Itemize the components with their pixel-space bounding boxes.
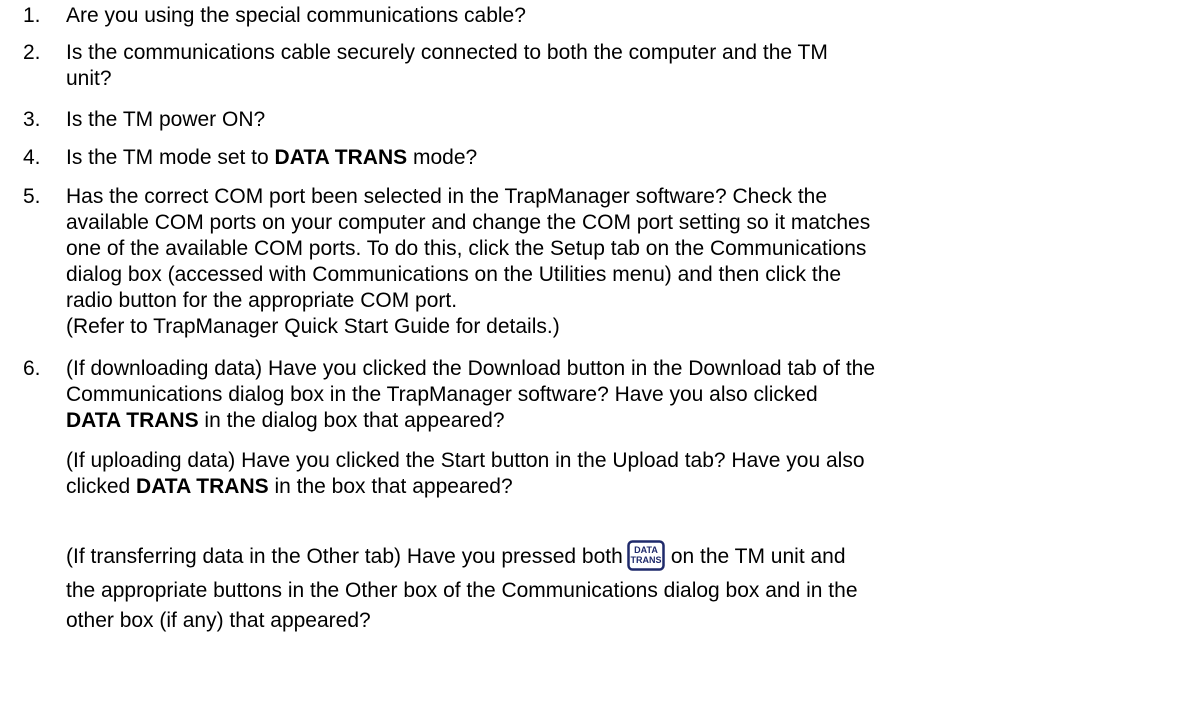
item-text: Are you using the special communications… [66,4,526,27]
item-text-line: radio button for the appropriate COM por… [66,289,458,312]
item-text-segment: mode? [407,146,478,169]
item-text-line: Is the communications cable securely con… [66,41,828,64]
item-text-line: (Refer to TrapManager Quick Start Guide … [66,315,560,338]
item-number: 2. [23,41,41,64]
item-text-line: dialog box (accessed with Communications… [66,263,842,286]
para-line: (If uploading data) Have you clicked the… [66,449,865,472]
other-tab-paragraph: (If transferring data in the Other tab) … [66,540,1172,634]
item-text-line: Communications dialog box in the TrapMan… [66,383,818,406]
item-text: Is the TM power ON? [66,108,266,131]
item-number: 1. [23,4,41,27]
item-text-line: DATA TRANS in the dialog box that appear… [66,408,1172,434]
mode-name-bold: DATA TRANS [274,146,408,169]
item-text-line: one of the available COM ports. To do th… [66,237,867,260]
para-text-segment: (If transferring data in the Other tab) … [66,545,623,568]
data-trans-key-icon: DATA TRANS [627,540,665,571]
para-text-segment: clicked [66,475,137,498]
item-text: Is the TM mode set to DATA TRANS mode? [66,145,1172,171]
list-item: 2. Is the communications cable securely … [23,40,1172,92]
item-number: 3. [23,108,41,131]
item-text-segment: in the dialog box that appeared? [198,409,505,432]
item-text-line: available COM ports on your computer and… [66,211,871,234]
para-text-segment: in the box that appeared? [268,475,513,498]
item-text-line: unit? [66,67,112,90]
para-line: clicked DATA TRANS in the box that appea… [66,474,1172,500]
item-number: 5. [23,185,41,208]
list-item: 3. Is the TM power ON? [23,107,1172,133]
item-text: Has the correct COM port been selected i… [66,184,1172,340]
para-line: other box (if any) that appeared? [66,609,371,632]
upload-paragraph: (If uploading data) Have you clicked the… [66,448,1172,500]
list-item: 6. (If downloading data) Have you clicke… [23,356,1172,434]
para-text-segment: on the TM unit and [670,545,846,568]
mode-name-bold: DATA TRANS [136,475,269,498]
list-item: 1. Are you using the special communicati… [23,3,1172,29]
item-number: 4. [23,146,41,169]
item-text: (If downloading data) Have you clicked t… [66,356,1172,434]
list-item: 5. Has the correct COM port been selecte… [23,184,1172,340]
mode-name-bold: DATA TRANS [66,409,199,432]
para-line: the appropriate buttons in the Other box… [66,579,858,602]
key-label-top: DATA [634,545,658,555]
document-page: 1. Are you using the special communicati… [0,0,1192,723]
item-text-line: (If downloading data) Have you clicked t… [66,357,876,380]
item-text-line: Has the correct COM port been selected i… [66,185,828,208]
para-line: (If transferring data in the Other tab) … [66,540,1172,574]
key-label-bottom: TRANS [630,555,661,565]
item-text-segment: Is the TM mode set to [66,146,275,169]
item-number: 6. [23,357,41,380]
item-text: Is the communications cable securely con… [66,40,1172,92]
list-item: 4. Is the TM mode set to DATA TRANS mode… [23,145,1172,171]
